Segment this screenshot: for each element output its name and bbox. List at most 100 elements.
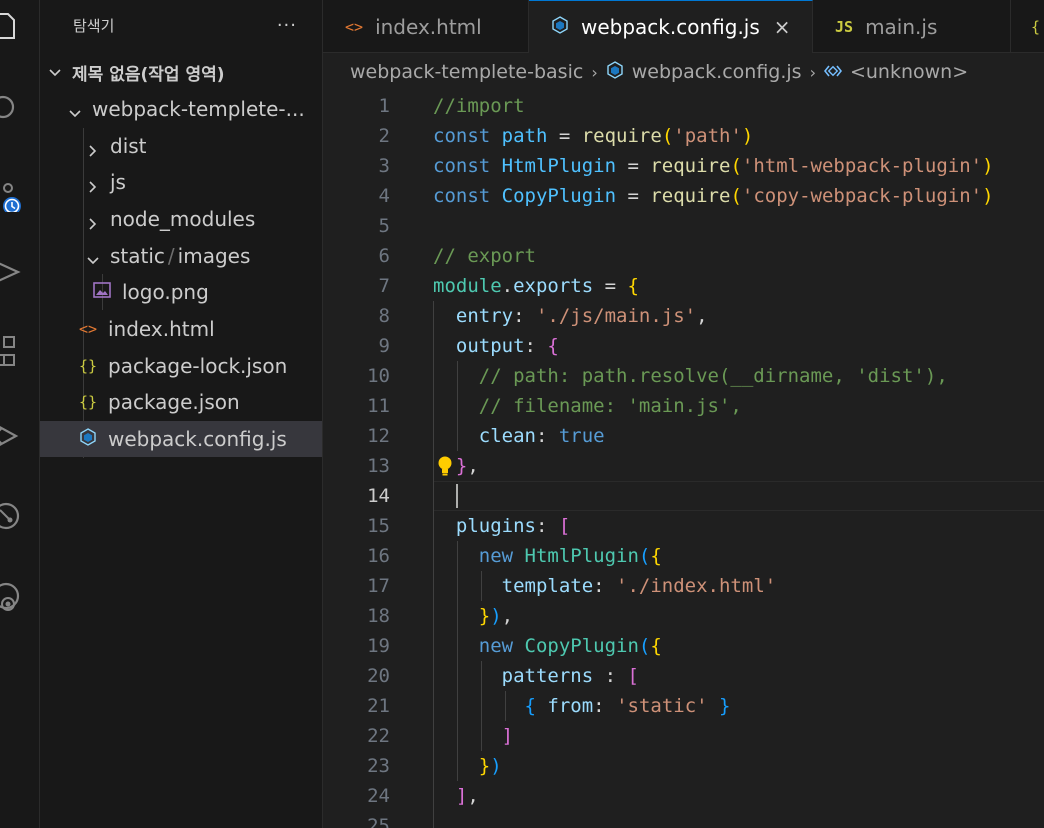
line-number: 6: [378, 245, 390, 267]
code-line[interactable]: 11 // filename: 'main.js',: [323, 391, 1044, 421]
line-number: 20: [367, 665, 390, 687]
tab-main-js[interactable]: JS main.js: [813, 0, 1011, 53]
code-line[interactable]: 20 patterns : [: [323, 661, 1044, 691]
code-token: from: [547, 695, 594, 717]
git-graph-icon[interactable]: [0, 500, 22, 532]
code-token: {: [650, 635, 662, 657]
code-line[interactable]: 19 new CopyPlugin({: [323, 631, 1044, 661]
explorer-header: 탐색기 ···: [40, 0, 322, 50]
tab-index-html[interactable]: <> index.html: [323, 0, 529, 53]
code-line[interactable]: 14: [323, 481, 1044, 511]
line-number: 8: [378, 305, 390, 327]
tab-label: main.js: [865, 14, 938, 39]
workspace-root[interactable]: 제목 없음(작업 영역): [40, 54, 322, 90]
tree-item-webpack-config[interactable]: webpack.config.js: [40, 421, 322, 457]
code-text: }): [433, 751, 502, 781]
tab-json-partial[interactable]: {: [1011, 0, 1044, 53]
code-line[interactable]: 7 module.exports = {: [323, 271, 1044, 301]
extensions-icon[interactable]: [0, 335, 22, 367]
tree-item-label: webpack.config.js: [108, 427, 287, 451]
chevron-down-icon: [68, 102, 82, 118]
code-text: plugins: [: [433, 511, 570, 541]
code-token: ,: [467, 785, 479, 807]
code-token: new: [433, 635, 525, 657]
indent-guide: [457, 541, 458, 781]
tree-item-package-lock[interactable]: {} package-lock.json: [40, 348, 322, 384]
search-icon[interactable]: [0, 93, 22, 125]
code-editor[interactable]: 1//import 2 const path = require('path') 3 c…: [323, 91, 1044, 828]
code-token: {: [524, 695, 548, 717]
chevron-right-icon: [86, 139, 100, 157]
code-line[interactable]: 13 },: [323, 451, 1044, 481]
code-line[interactable]: 8 entry: './js/main.js',: [323, 301, 1044, 331]
code-line[interactable]: 23 }): [323, 751, 1044, 781]
line-number: 19: [367, 635, 390, 657]
chevron-right-icon: [86, 175, 100, 193]
line-number: 13: [367, 455, 390, 477]
tree-item-dist[interactable]: dist: [40, 128, 322, 164]
code-line[interactable]: 18 }),: [323, 601, 1044, 631]
breadcrumb-folder[interactable]: webpack-templete-basic: [350, 61, 583, 83]
code-line[interactable]: 15 plugins: [: [323, 511, 1044, 541]
code-line[interactable]: 5: [323, 211, 1044, 241]
code-line[interactable]: 17 template: './index.html': [323, 571, 1044, 601]
tree-item-js[interactable]: js: [40, 164, 322, 200]
code-line[interactable]: 3 const HtmlPlugin = require('html-webpac…: [323, 151, 1044, 181]
tree-item-static-images[interactable]: static / images: [40, 238, 322, 274]
breadcrumb-symbol[interactable]: <unknown>: [850, 61, 968, 83]
line-number: 4: [378, 185, 390, 207]
code-token: {: [547, 335, 559, 357]
code-token: }: [455, 455, 468, 477]
code-token: const: [433, 185, 502, 207]
project-folder[interactable]: webpack-templete-...: [40, 91, 322, 127]
json-file-icon: {: [1031, 17, 1041, 36]
code-token: (: [638, 635, 651, 657]
tree-item-logo[interactable]: logo.png: [40, 274, 322, 310]
tree-item-node-modules[interactable]: node_modules: [40, 201, 322, 237]
lightbulb-icon[interactable]: [436, 455, 454, 477]
code-line[interactable]: 6 // export: [323, 241, 1044, 271]
code-token: plugins: [433, 515, 536, 537]
tree-item-package-json[interactable]: {} package.json: [40, 384, 322, 420]
tree-item-index-html[interactable]: <> index.html: [40, 311, 322, 347]
code-token: :: [535, 425, 559, 447]
code-token: }: [478, 605, 491, 627]
code-line[interactable]: 9 output: {: [323, 331, 1044, 361]
code-line[interactable]: 25: [323, 811, 1044, 828]
code-token: entry: [433, 305, 514, 327]
live-share-icon[interactable]: [0, 580, 22, 612]
code-line[interactable]: 1 //import: [323, 91, 1044, 121]
code-line[interactable]: 24 ],: [323, 781, 1044, 811]
code-line[interactable]: 2 const path = require('path'): [323, 121, 1044, 151]
more-actions-icon[interactable]: ···: [277, 15, 297, 36]
tree-item-label: node_modules: [110, 207, 256, 231]
code-line[interactable]: 12 clean: true: [323, 421, 1044, 451]
code-text: // export: [433, 241, 536, 271]
tab-webpack-config[interactable]: webpack.config.js ×: [529, 0, 813, 53]
code-token: //import: [433, 95, 525, 117]
symbol-icon: [823, 61, 842, 83]
close-icon[interactable]: ×: [774, 15, 791, 39]
code-token: true: [558, 425, 605, 447]
breadcrumb-file[interactable]: webpack.config.js: [632, 61, 802, 83]
line-number: 18: [367, 605, 390, 627]
code-token: ): [490, 605, 502, 627]
code-text: }),: [433, 601, 513, 631]
remote-icon[interactable]: [0, 420, 22, 452]
code-token: './js/main.js': [535, 305, 697, 327]
text-cursor: [456, 484, 458, 508]
code-line[interactable]: 10 // path: path.resolve(__dirname, 'dis…: [323, 361, 1044, 391]
code-line[interactable]: 4 const CopyPlugin = require('copy-webpac…: [323, 181, 1044, 211]
code-line[interactable]: 22 ]: [323, 721, 1044, 751]
editor-tabs: <> index.html webpack.config.js × JS mai…: [323, 0, 1044, 53]
code-line[interactable]: 21 { from: 'static' }: [323, 691, 1044, 721]
source-control-icon[interactable]: [0, 180, 22, 215]
explorer-icon[interactable]: [0, 10, 22, 42]
webpack-file-icon: [606, 60, 624, 84]
code-token: }: [478, 755, 491, 777]
run-debug-icon[interactable]: [0, 256, 22, 288]
code-line[interactable]: 16 new HtmlPlugin({: [323, 541, 1044, 571]
